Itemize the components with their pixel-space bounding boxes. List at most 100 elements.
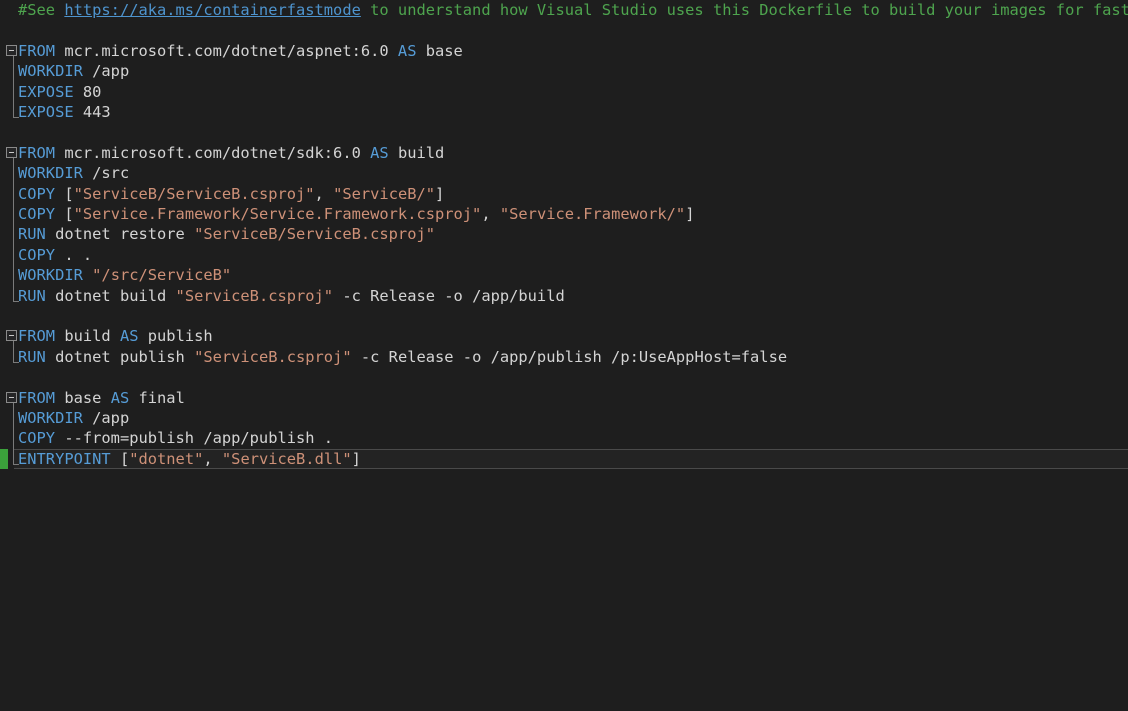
code-line-text: ENTRYPOINT ["dotnet", "ServiceB.dll"] [18, 449, 361, 469]
code-line-text: COPY ["ServiceB/ServiceB.csproj", "Servi… [18, 184, 444, 204]
dockerfile-keyword: ENTRYPOINT [18, 449, 111, 468]
code-line[interactable]: EXPOSE 443 [0, 102, 1128, 122]
code-argument: [ [55, 205, 74, 223]
code-line-text: COPY . . [18, 245, 92, 265]
code-line-text: WORKDIR "/src/ServiceB" [18, 265, 231, 285]
code-line[interactable]: RUN dotnet build "ServiceB.csproj" -c Re… [0, 286, 1128, 306]
documentation-link[interactable]: https://aka.ms/containerfastmode [64, 1, 361, 19]
code-argument: publish [138, 327, 213, 346]
code-line[interactable]: WORKDIR /src [0, 163, 1128, 183]
code-line[interactable]: RUN dotnet restore "ServiceB/ServiceB.cs… [0, 224, 1128, 244]
code-line[interactable]: FROM mcr.microsoft.com/dotnet/sdk:6.0 AS… [0, 143, 1128, 163]
code-line[interactable]: WORKDIR /app [0, 408, 1128, 428]
code-argument: ] [685, 205, 695, 223]
dockerfile-keyword: RUN [18, 347, 46, 366]
dockerfile-keyword: FROM [18, 327, 56, 346]
code-argument: , [314, 184, 334, 203]
code-line[interactable] [0, 20, 1128, 40]
code-line-text: EXPOSE 80 [18, 82, 101, 102]
dockerfile-keyword: WORKDIR [18, 62, 83, 81]
code-argument: base [416, 41, 463, 60]
code-line-text: EXPOSE 443 [18, 102, 111, 122]
dockerfile-keyword: WORKDIR [18, 266, 83, 285]
code-argument: , [203, 449, 222, 468]
code-line-text: FROM mcr.microsoft.com/dotnet/aspnet:6.0… [18, 41, 463, 61]
code-line[interactable]: ENTRYPOINT ["dotnet", "ServiceB.dll"] [0, 449, 1128, 469]
code-line[interactable] [0, 122, 1128, 142]
code-argument: /app [82, 62, 130, 81]
string-literal: "ServiceB/ServiceB.csproj" [73, 184, 315, 203]
code-argument: --from=publish /app/publish . [55, 429, 334, 448]
code-line-text: RUN dotnet publish "ServiceB.csproj" -c … [18, 347, 787, 367]
code-line-text: COPY ["Service.Framework/Service.Framewo… [18, 204, 694, 224]
code-line[interactable]: FROM base AS final [0, 388, 1128, 408]
code-line-text: FROM build AS publish [18, 326, 213, 346]
dockerfile-keyword: FROM [18, 388, 56, 407]
code-argument: 80 [73, 82, 102, 101]
code-line[interactable]: COPY --from=publish /app/publish . [0, 428, 1128, 448]
string-literal: "ServiceB.csproj" [194, 347, 352, 366]
code-surface[interactable]: #See https://aka.ms/containerfastmode to… [0, 0, 1128, 711]
code-line-text: WORKDIR /app [18, 408, 129, 428]
code-line-text: RUN dotnet build "ServiceB.csproj" -c Re… [18, 286, 565, 306]
comment-suffix: to understand how Visual Studio uses thi… [360, 1, 1128, 19]
code-argument: , [481, 205, 500, 223]
code-line-text: FROM mcr.microsoft.com/dotnet/sdk:6.0 AS… [18, 143, 444, 163]
dockerfile-keyword: EXPOSE [18, 103, 74, 121]
code-line[interactable]: EXPOSE 80 [0, 82, 1128, 102]
code-line-text: #See https://aka.ms/containerfastmode to… [18, 0, 1128, 20]
code-line-text: FROM base AS final [18, 388, 185, 408]
string-literal: "dotnet" [129, 449, 204, 468]
code-argument: -c Release -o /app/publish /p:UseAppHost… [351, 347, 788, 366]
string-literal: "ServiceB/ServiceB.csproj" [194, 225, 435, 244]
string-literal: "Service.Framework/" [499, 205, 686, 223]
dockerfile-keyword: AS [370, 143, 389, 162]
code-line[interactable] [0, 367, 1128, 387]
dockerfile-keyword: RUN [18, 225, 46, 244]
code-argument: build [55, 327, 120, 346]
code-editor[interactable]: #See https://aka.ms/containerfastmode to… [0, 0, 1128, 711]
string-literal: "ServiceB.dll" [221, 449, 352, 468]
code-line-text: WORKDIR /app [18, 61, 129, 81]
code-argument: /src [82, 164, 130, 183]
code-argument: base [55, 388, 111, 407]
code-line-text: WORKDIR /src [18, 163, 129, 183]
code-argument: dotnet build [45, 286, 176, 305]
dockerfile-keyword: COPY [18, 245, 56, 264]
code-argument: 443 [73, 103, 111, 121]
code-line[interactable]: COPY . . [0, 245, 1128, 265]
code-line[interactable]: WORKDIR "/src/ServiceB" [0, 265, 1128, 285]
code-line[interactable]: FROM mcr.microsoft.com/dotnet/aspnet:6.0… [0, 41, 1128, 61]
dockerfile-keyword: AS [110, 388, 130, 407]
string-literal: "ServiceB/" [333, 184, 436, 203]
code-line[interactable]: RUN dotnet publish "ServiceB.csproj" -c … [0, 347, 1128, 367]
code-argument: ] [351, 449, 361, 468]
string-literal: "ServiceB.csproj" [175, 286, 334, 305]
code-argument: final [129, 388, 185, 407]
code-argument: -c Release -o /app/build [333, 286, 565, 305]
dockerfile-keyword: COPY [18, 205, 56, 223]
dockerfile-keyword: WORKDIR [18, 409, 83, 427]
dockerfile-keyword: EXPOSE [18, 82, 74, 101]
code-line[interactable]: COPY ["Service.Framework/Service.Framewo… [0, 204, 1128, 224]
dockerfile-keyword: FROM [18, 41, 56, 60]
code-argument: mcr.microsoft.com/dotnet/sdk:6.0 [55, 143, 371, 162]
string-literal: "Service.Framework/Service.Framework.csp… [73, 205, 482, 223]
code-argument [83, 266, 92, 284]
code-line[interactable]: #See https://aka.ms/containerfastmode to… [0, 0, 1128, 20]
code-argument: mcr.microsoft.com/dotnet/aspnet:6.0 [55, 41, 398, 60]
dockerfile-keyword: FROM [18, 143, 56, 162]
code-argument: [ [55, 184, 74, 203]
code-argument: build [388, 143, 445, 162]
string-literal: "/src/ServiceB" [92, 266, 232, 285]
code-line[interactable] [0, 306, 1128, 326]
code-line[interactable]: FROM build AS publish [0, 326, 1128, 346]
code-argument: ] [435, 184, 445, 203]
code-line[interactable]: WORKDIR /app [0, 61, 1128, 81]
code-argument: dotnet publish [45, 347, 195, 366]
dockerfile-keyword: COPY [18, 429, 56, 448]
code-argument: /app [82, 409, 130, 427]
code-argument: [ [110, 449, 130, 468]
code-argument: dotnet restore [45, 225, 195, 244]
code-line[interactable]: COPY ["ServiceB/ServiceB.csproj", "Servi… [0, 184, 1128, 204]
